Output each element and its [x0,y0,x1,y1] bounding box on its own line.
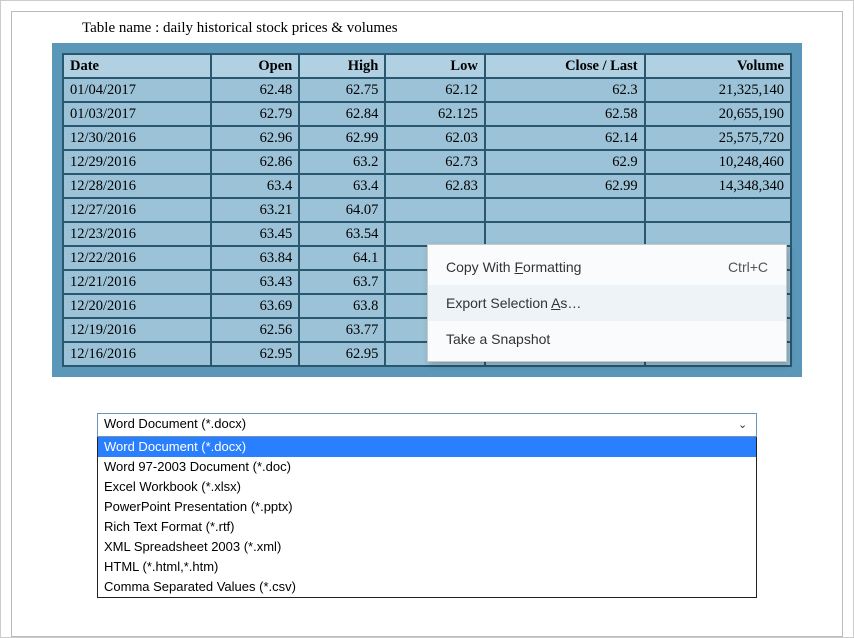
filetype-option[interactable]: XML Spreadsheet 2003 (*.xml) [98,537,756,557]
cell-volume[interactable]: 21,325,140 [645,78,791,102]
filetype-option[interactable]: Comma Separated Values (*.csv) [98,577,756,597]
cell-open[interactable]: 62.86 [211,150,299,174]
filetype-option[interactable]: PowerPoint Presentation (*.pptx) [98,497,756,517]
table-row[interactable]: 12/27/201663.2164.07 [63,198,791,222]
context-menu-item[interactable]: Take a Snapshot [428,321,786,357]
filetype-options-list: Word Document (*.docx)Word 97-2003 Docum… [97,437,757,598]
col-close: Close / Last [485,54,645,78]
filetype-option[interactable]: Word Document (*.docx) [98,437,756,457]
cell-close[interactable]: 62.3 [485,78,645,102]
table-row[interactable]: 12/30/201662.9662.9962.0362.1425,575,720 [63,126,791,150]
col-volume: Volume [645,54,791,78]
cell-close[interactable] [485,198,645,222]
cell-date[interactable]: 12/23/2016 [63,222,211,246]
context-menu-label: Export Selection As… [446,295,581,311]
cell-date[interactable]: 01/03/2017 [63,102,211,126]
cell-open[interactable]: 63.45 [211,222,299,246]
cell-close[interactable]: 62.14 [485,126,645,150]
cell-high[interactable]: 62.75 [299,78,385,102]
cell-high[interactable]: 62.99 [299,126,385,150]
context-menu-label: Take a Snapshot [446,331,550,347]
table-title: Table name : daily historical stock pric… [82,20,842,37]
filetype-option[interactable]: Excel Workbook (*.xlsx) [98,477,756,497]
cell-low[interactable]: 62.73 [385,150,485,174]
cell-high[interactable]: 64.1 [299,246,385,270]
cell-open[interactable]: 63.21 [211,198,299,222]
cell-date[interactable]: 12/19/2016 [63,318,211,342]
context-menu-item[interactable]: Export Selection As… [428,285,786,321]
cell-open[interactable]: 62.48 [211,78,299,102]
table-row[interactable]: 01/03/201762.7962.8462.12562.5820,655,19… [63,102,791,126]
cell-open[interactable]: 63.69 [211,294,299,318]
cell-open[interactable]: 63.84 [211,246,299,270]
cell-close[interactable]: 62.9 [485,150,645,174]
cell-high[interactable]: 62.84 [299,102,385,126]
cell-date[interactable]: 12/21/2016 [63,270,211,294]
cell-date[interactable]: 12/16/2016 [63,342,211,366]
context-menu-label: Copy With Formatting [446,259,581,275]
cell-high[interactable]: 63.7 [299,270,385,294]
cell-open[interactable]: 62.96 [211,126,299,150]
cell-low[interactable] [385,198,485,222]
table-row[interactable]: 12/28/201663.463.462.8362.9914,348,340 [63,174,791,198]
cell-date[interactable]: 12/30/2016 [63,126,211,150]
col-date: Date [63,54,211,78]
cell-high[interactable]: 63.77 [299,318,385,342]
cell-low[interactable]: 62.83 [385,174,485,198]
context-menu: Copy With Formatting Ctrl+C Export Selecti… [427,244,787,362]
cell-low[interactable]: 62.125 [385,102,485,126]
context-menu-item[interactable]: Copy With Formatting Ctrl+C [428,249,786,285]
col-open: Open [211,54,299,78]
cell-date[interactable]: 12/29/2016 [63,150,211,174]
cell-high[interactable]: 63.2 [299,150,385,174]
cell-date[interactable]: 12/20/2016 [63,294,211,318]
cell-high[interactable]: 62.95 [299,342,385,366]
filetype-option[interactable]: Word 97-2003 Document (*.doc) [98,457,756,477]
cell-open[interactable]: 63.4 [211,174,299,198]
cell-volume[interactable]: 14,348,340 [645,174,791,198]
cell-open[interactable]: 62.56 [211,318,299,342]
cell-volume[interactable]: 25,575,720 [645,126,791,150]
cell-open[interactable]: 62.95 [211,342,299,366]
cell-high[interactable]: 63.4 [299,174,385,198]
col-high: High [299,54,385,78]
table-row[interactable]: 12/23/201663.4563.54 [63,222,791,246]
cell-date[interactable]: 12/27/2016 [63,198,211,222]
cell-close[interactable] [485,222,645,246]
cell-date[interactable]: 12/22/2016 [63,246,211,270]
cell-date[interactable]: 12/28/2016 [63,174,211,198]
cell-low[interactable] [385,222,485,246]
table-header-row: Date Open High Low Close / Last Volume [63,54,791,78]
cell-volume[interactable] [645,198,791,222]
cell-high[interactable]: 63.8 [299,294,385,318]
cell-volume[interactable]: 20,655,190 [645,102,791,126]
cell-date[interactable]: 01/04/2017 [63,78,211,102]
cell-low[interactable]: 62.12 [385,78,485,102]
cell-open[interactable]: 63.43 [211,270,299,294]
cell-high[interactable]: 63.54 [299,222,385,246]
cell-volume[interactable]: 10,248,460 [645,150,791,174]
cell-volume[interactable] [645,222,791,246]
filetype-select-value: Word Document (*.docx) [104,416,246,431]
cell-high[interactable]: 64.07 [299,198,385,222]
table-row[interactable]: 12/29/201662.8663.262.7362.910,248,460 [63,150,791,174]
filetype-select[interactable]: Word Document (*.docx) ⌄ [97,413,757,437]
cell-low[interactable]: 62.03 [385,126,485,150]
cell-close[interactable]: 62.58 [485,102,645,126]
context-menu-shortcut: Ctrl+C [728,259,768,275]
cell-open[interactable]: 62.79 [211,102,299,126]
chevron-down-icon: ⌄ [738,418,752,432]
filetype-option[interactable]: HTML (*.html,*.htm) [98,557,756,577]
filetype-option[interactable]: Rich Text Format (*.rtf) [98,517,756,537]
table-row[interactable]: 01/04/201762.4862.7562.1262.321,325,140 [63,78,791,102]
cell-close[interactable]: 62.99 [485,174,645,198]
col-low: Low [385,54,485,78]
